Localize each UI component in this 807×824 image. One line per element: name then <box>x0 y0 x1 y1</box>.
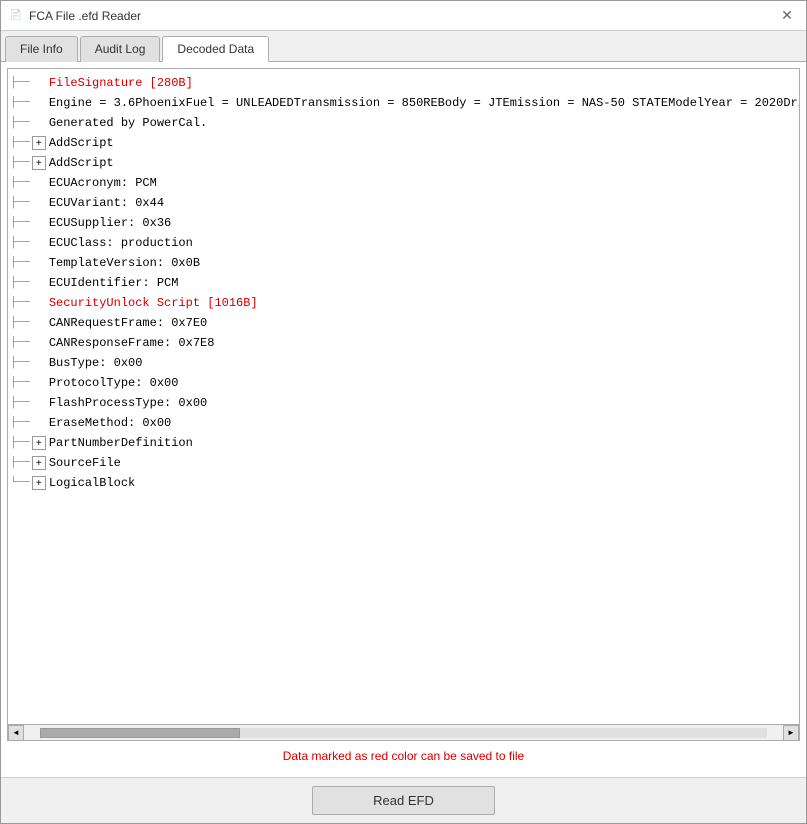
expand-logical-block[interactable]: + <box>32 476 46 490</box>
can-request-label: CANRequestFrame: 0x7E0 <box>49 314 207 332</box>
list-item: ├── ECUSupplier: 0x36 <box>10 213 797 233</box>
ecu-supplier-label: ECUSupplier: 0x36 <box>49 214 171 232</box>
scroll-left-button[interactable]: ◄ <box>8 725 24 741</box>
ecu-acronym-label: ECUAcronym: PCM <box>49 174 157 192</box>
can-response-label: CANResponseFrame: 0x7E8 <box>49 334 215 352</box>
expand-source-file[interactable]: + <box>32 456 46 470</box>
source-file-label: SourceFile <box>49 454 121 472</box>
scroll-right-button[interactable]: ► <box>783 725 799 741</box>
list-item: ├── ECUVariant: 0x44 <box>10 193 797 213</box>
list-item: ├── SecurityUnlock Script [1016B] <box>10 293 797 313</box>
list-item: ├── TemplateVersion: 0x0B <box>10 253 797 273</box>
ecu-identifier-label: ECUIdentifier: PCM <box>49 274 179 292</box>
list-item: └── + LogicalBlock <box>10 473 797 493</box>
bottom-bar: Read EFD <box>1 777 806 823</box>
title-bar: 📄 FCA File .efd Reader ✕ <box>1 1 806 31</box>
list-item: ├── ECUAcronym: PCM <box>10 173 797 193</box>
tab-decoded-data[interactable]: Decoded Data <box>162 36 269 62</box>
list-item: ├── + AddScript <box>10 133 797 153</box>
scrollbar-track <box>40 728 767 738</box>
addscript1-label: AddScript <box>49 134 114 152</box>
tab-audit-log[interactable]: Audit Log <box>80 36 161 62</box>
bus-type-label: BusType: 0x00 <box>49 354 143 372</box>
read-efd-button[interactable]: Read EFD <box>312 786 495 815</box>
list-item: ├── Generated by PowerCal. <box>10 113 797 133</box>
ecu-variant-label: ECUVariant: 0x44 <box>49 194 164 212</box>
flash-process-label: FlashProcessType: 0x00 <box>49 394 207 412</box>
file-signature-label: FileSignature [280B] <box>49 74 193 92</box>
status-bar: Data marked as red color can be saved to… <box>7 741 800 771</box>
list-item: ├── FileSignature [280B] <box>10 73 797 93</box>
erase-method-label: EraseMethod: 0x00 <box>49 414 171 432</box>
tree-container[interactable]: ├── FileSignature [280B] ├── Engine = 3.… <box>7 68 800 725</box>
list-item: ├── CANResponseFrame: 0x7E8 <box>10 333 797 353</box>
list-item: ├── Engine = 3.6PhoenixFuel = UNLEADEDTr… <box>10 93 797 113</box>
engine-line-label: Engine = 3.6PhoenixFuel = UNLEADEDTransm… <box>49 94 800 112</box>
content-area: ├── FileSignature [280B] ├── Engine = 3.… <box>1 62 806 777</box>
window-title: FCA File .efd Reader <box>29 9 141 23</box>
list-item: ├── ECUClass: production <box>10 233 797 253</box>
list-item: ├── + SourceFile <box>10 453 797 473</box>
security-unlock-label: SecurityUnlock Script [1016B] <box>49 294 258 312</box>
addscript2-label: AddScript <box>49 154 114 172</box>
main-window: 📄 FCA File .efd Reader ✕ File Info Audit… <box>0 0 807 824</box>
list-item: ├── EraseMethod: 0x00 <box>10 413 797 433</box>
list-item: ├── CANRequestFrame: 0x7E0 <box>10 313 797 333</box>
expand-addscript2[interactable]: + <box>32 156 46 170</box>
list-item: ├── ECUIdentifier: PCM <box>10 273 797 293</box>
list-item: ├── BusType: 0x00 <box>10 353 797 373</box>
close-button[interactable]: ✕ <box>776 5 798 27</box>
list-item: ├── + PartNumberDefinition <box>10 433 797 453</box>
template-version-label: TemplateVersion: 0x0B <box>49 254 200 272</box>
expand-addscript1[interactable]: + <box>32 136 46 150</box>
horizontal-scrollbar[interactable]: ◄ ► <box>7 725 800 741</box>
part-number-label: PartNumberDefinition <box>49 434 193 452</box>
generated-label: Generated by PowerCal. <box>49 114 207 132</box>
tab-file-info[interactable]: File Info <box>5 36 78 62</box>
ecu-class-label: ECUClass: production <box>49 234 193 252</box>
app-icon: 📄 <box>9 9 23 23</box>
status-text: Data marked as red color can be saved to… <box>283 749 524 763</box>
scrollbar-thumb[interactable] <box>40 728 240 738</box>
list-item: ├── ProtocolType: 0x00 <box>10 373 797 393</box>
protocol-type-label: ProtocolType: 0x00 <box>49 374 179 392</box>
expand-part-number[interactable]: + <box>32 436 46 450</box>
list-item: ├── FlashProcessType: 0x00 <box>10 393 797 413</box>
list-item: ├── + AddScript <box>10 153 797 173</box>
tabs-bar: File Info Audit Log Decoded Data <box>1 31 806 62</box>
logical-block-label: LogicalBlock <box>49 474 135 492</box>
